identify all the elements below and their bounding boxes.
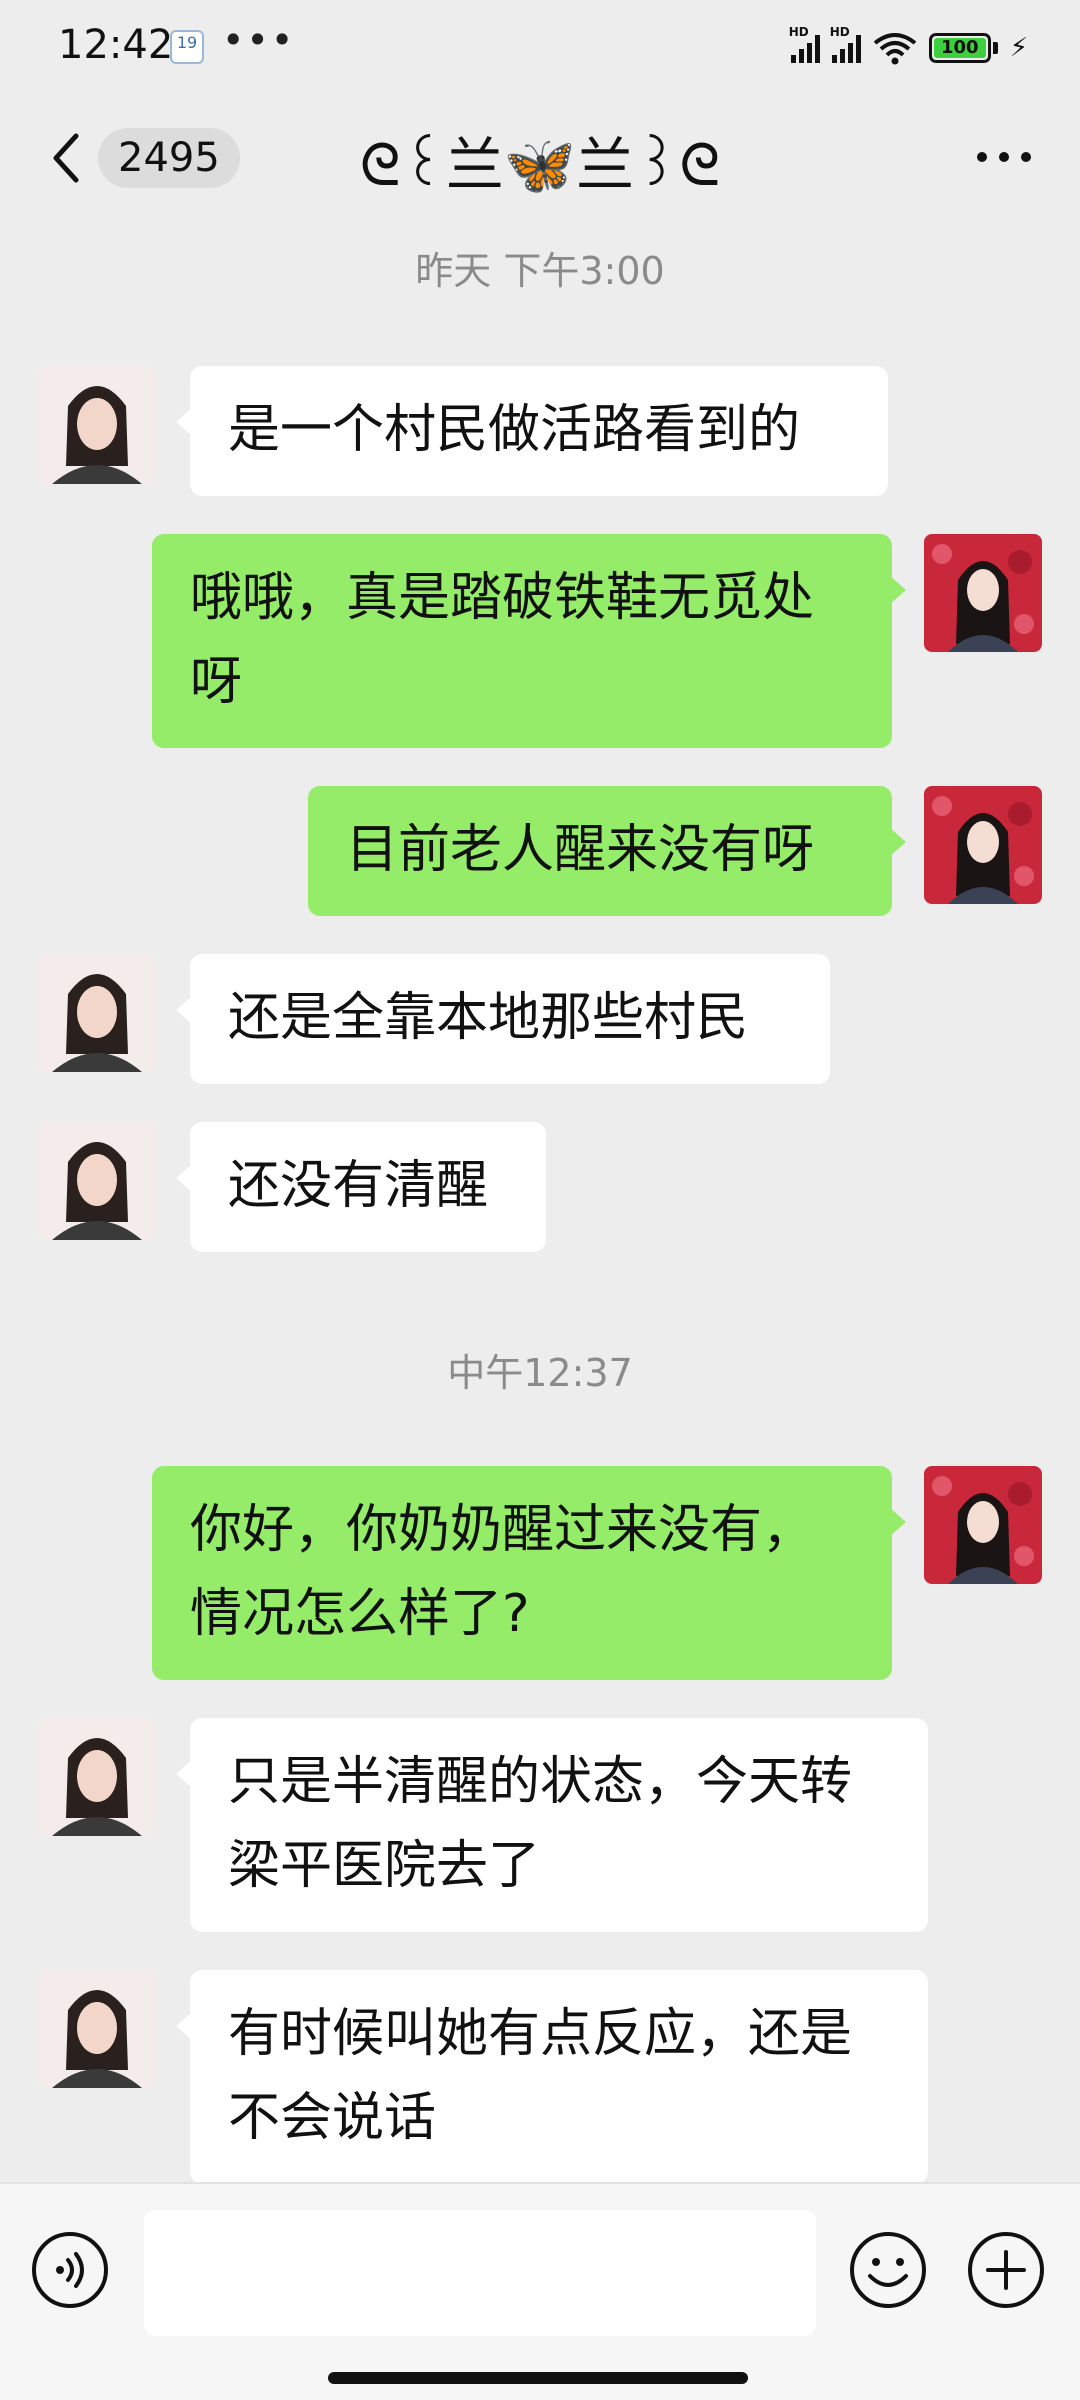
signal-icon: HD [830, 25, 861, 63]
contact-avatar[interactable] [38, 954, 156, 1072]
battery-tip [992, 42, 998, 54]
my-avatar[interactable] [924, 1466, 1042, 1584]
contact-avatar[interactable] [38, 1970, 156, 2088]
contact-avatar[interactable] [38, 1718, 156, 1836]
message-line: 哦哦，真是踏破铁鞋无觅处 [190, 568, 815, 628]
charging-icon: ⚡ [1009, 33, 1028, 63]
message-line: 呀 [190, 652, 243, 712]
contact-avatar[interactable] [38, 1122, 156, 1240]
voice-icon[interactable] [30, 2230, 110, 2310]
wifi-icon [873, 33, 916, 65]
status-bar: 12:42 19 ••• HD HD 100 ⚡ [0, 0, 1080, 96]
status-icons: HD HD 100 ⚡ [789, 25, 1028, 68]
timestamp: 中午12:37 [447, 1351, 633, 1395]
incoming-message: 还是全靠本地那些村民 [176, 954, 830, 1084]
outgoing-message: 目前老人醒来没有呀 [308, 786, 906, 916]
outgoing-message: 哦哦，真是踏破铁鞋无觅处 呀 [152, 534, 906, 748]
chat-screen: 12:42 19 ••• HD HD 100 ⚡ 2495 ᘓ꒰兰🦋兰꒱ᘓ 昨天… [0, 0, 1080, 2400]
signal-icon: HD [789, 25, 820, 63]
notification-badge: 19 [170, 30, 204, 64]
battery-level: 100 [940, 37, 979, 58]
message-line: 有时候叫她有点反应，还是 [228, 2004, 853, 2064]
message-line: 是一个村民做活路看到的 [228, 400, 801, 460]
timestamp: 昨天 下午3:00 [415, 249, 665, 293]
message-line: 情况怎么样了? [190, 1584, 530, 1644]
message-line: 还是全靠本地那些村民 [228, 988, 749, 1048]
plus-icon[interactable] [966, 2230, 1046, 2310]
status-time: 12:42 [58, 22, 174, 68]
message-line: 不会说话 [228, 2088, 437, 2148]
incoming-message: 还没有清醒 [176, 1122, 546, 1252]
outgoing-message: 你好，你奶奶醒过来没有， 情况怎么样了? [152, 1466, 906, 1680]
message-line: 梁平医院去了 [228, 1836, 541, 1896]
message-line: 目前老人醒来没有呀 [346, 820, 815, 880]
message-line: 你好，你奶奶醒过来没有， [190, 1500, 815, 1560]
hd-label: HD [829, 25, 850, 39]
chat-title: ᘓ꒰兰🦋兰꒱ᘓ [359, 131, 721, 199]
battery-icon: 100 [928, 33, 991, 63]
incoming-message: 只是半清醒的状态，今天转 梁平医院去了 [176, 1718, 928, 1932]
message-line: 还没有清醒 [228, 1156, 489, 1216]
input-bar [0, 2182, 1080, 2400]
message-input[interactable] [144, 2210, 816, 2336]
more-horizontal-icon[interactable] [968, 132, 1040, 182]
incoming-message: 是一个村民做活路看到的 [176, 366, 888, 496]
emoji-icon[interactable] [848, 2230, 928, 2310]
contact-avatar[interactable] [38, 366, 156, 484]
message-line: 只是半清醒的状态，今天转 [228, 1752, 853, 1812]
hd-label: HD [788, 25, 809, 39]
more-notifications-icon: ••• [222, 18, 296, 62]
chat-header: 2495 ᘓ꒰兰🦋兰꒱ᘓ [0, 96, 1080, 226]
incoming-message: 有时候叫她有点反应，还是 不会说话 [176, 1970, 928, 2184]
home-indicator[interactable] [328, 2372, 748, 2384]
my-avatar[interactable] [924, 534, 1042, 652]
my-avatar[interactable] [924, 786, 1042, 904]
